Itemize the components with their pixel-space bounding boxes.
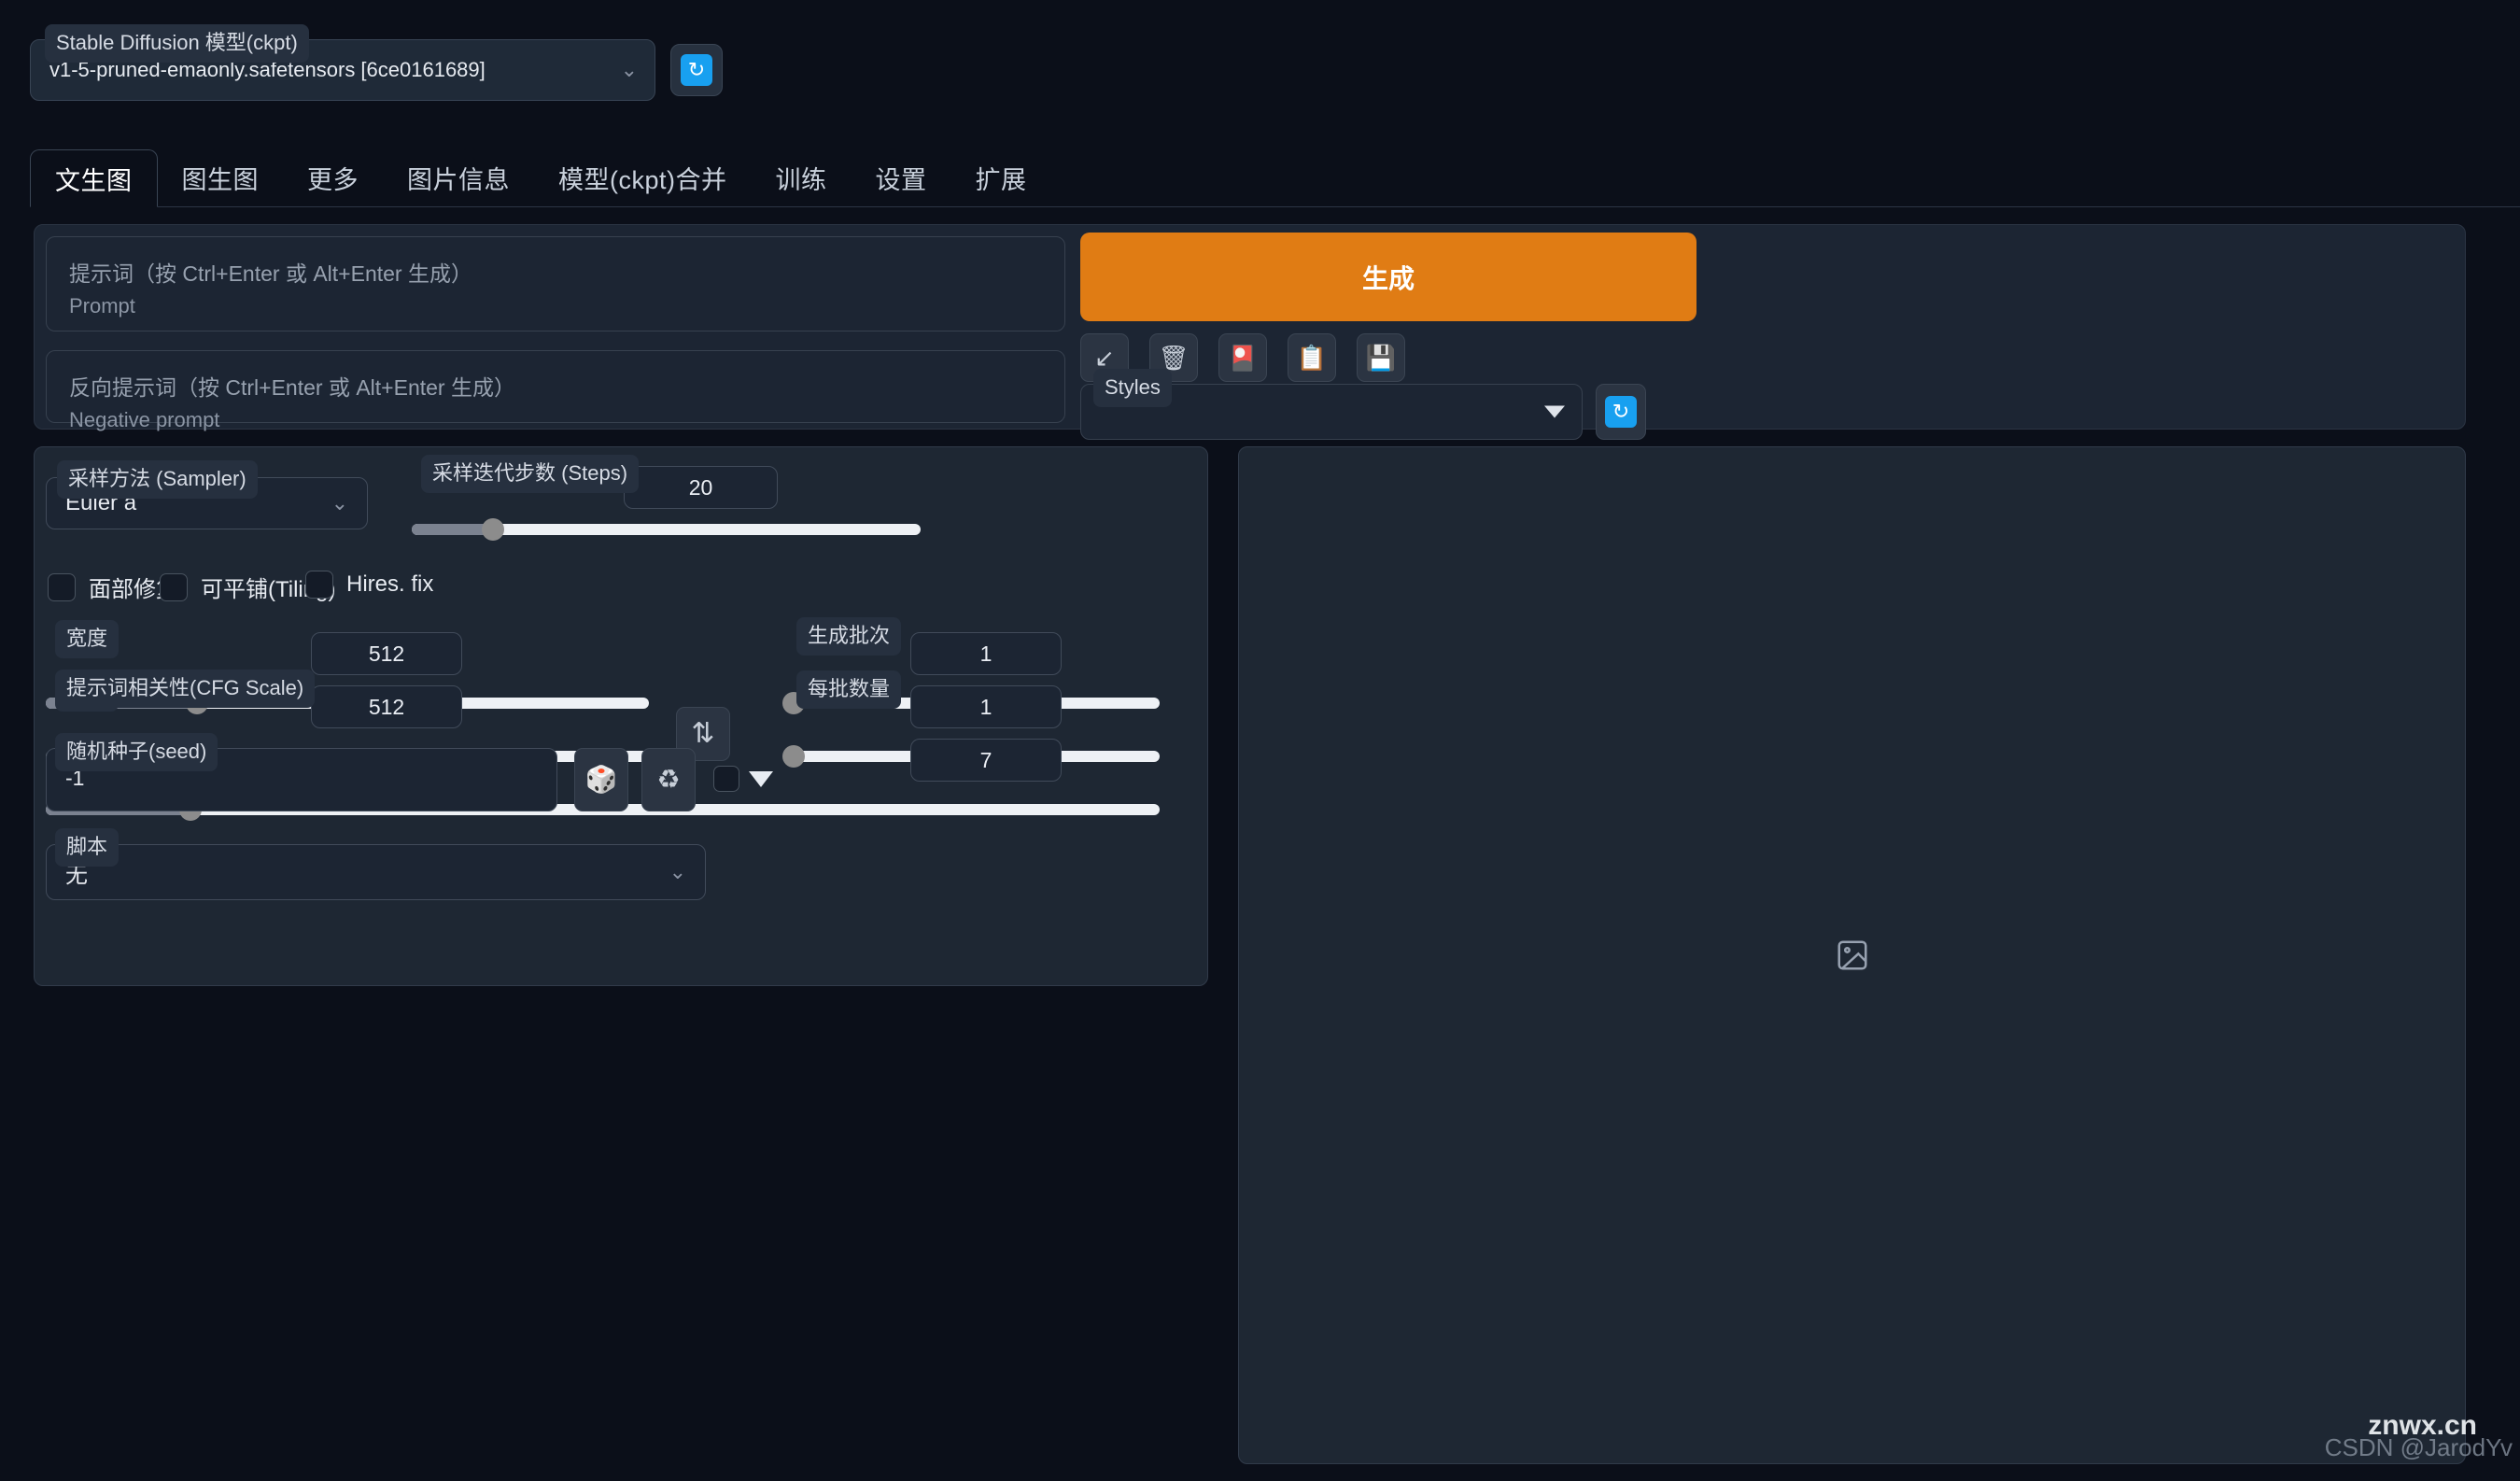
tab-png-info[interactable]: 图片信息: [383, 149, 534, 206]
output-gallery[interactable]: [1238, 446, 2466, 1464]
swap-arrows-icon: ⇅: [691, 718, 715, 749]
batch-count-value-input[interactable]: 1: [910, 632, 1062, 675]
batch-size-label: 每批数量: [796, 670, 902, 709]
tiling-checkbox[interactable]: [160, 572, 188, 601]
tab-extras[interactable]: 更多: [283, 149, 383, 206]
prompt-input[interactable]: 提示词（按 Ctrl+Enter 或 Alt+Enter 生成） Prompt: [46, 236, 1065, 331]
negative-prompt-placeholder-cn: 反向提示词（按 Ctrl+Enter 或 Alt+Enter 生成）: [69, 375, 515, 400]
script-label: 脚本: [55, 828, 120, 867]
prompt-placeholder-en: Prompt: [69, 293, 135, 317]
caret-down-icon: [1544, 405, 1565, 418]
cfg-scale-value-input[interactable]: 7: [910, 739, 1062, 782]
tab-checkpoint-merger[interactable]: 模型(ckpt)合并: [534, 149, 752, 206]
generation-settings-panel: 采样方法 (Sampler) Euler a ⌄ 采样迭代步数 (Steps) …: [34, 446, 1208, 986]
chevron-down-icon: ⌄: [331, 491, 348, 515]
hires-fix-label: Hires. fix: [346, 571, 434, 597]
negative-prompt-input[interactable]: 反向提示词（按 Ctrl+Enter 或 Alt+Enter 生成） Negat…: [46, 350, 1065, 431]
hires-fix-checkbox[interactable]: [305, 571, 333, 599]
model-field: Stable Diffusion 模型(ckpt) v1-5-pruned-em…: [30, 24, 655, 101]
refresh-icon: ↻: [681, 54, 712, 86]
batch-count-label: 生成批次: [796, 617, 902, 656]
slider-thumb[interactable]: [782, 745, 805, 768]
restore-faces-checkbox-row[interactable]: 面部修复: [48, 571, 178, 603]
main-tabbar: 文生图 图生图 更多 图片信息 模型(ckpt)合并 训练 设置 扩展: [30, 149, 2520, 207]
art-card-icon: 🎴: [1227, 344, 1259, 372]
refresh-icon: ↻: [1605, 396, 1637, 428]
dice-icon: 🎲: [584, 765, 618, 794]
tab-extensions[interactable]: 扩展: [951, 149, 1051, 206]
apply-style-button[interactable]: 📋: [1288, 333, 1336, 382]
height-value: 512: [368, 694, 405, 719]
steps-label: 采样迭代步数 (Steps): [421, 455, 640, 493]
refresh-models-button[interactable]: ↻: [670, 44, 723, 96]
generate-button-label: 生成: [1361, 263, 1415, 293]
height-value-input[interactable]: 512: [311, 685, 462, 728]
restore-faces-checkbox[interactable]: [48, 572, 76, 601]
extra-seed-checkbox[interactable]: [713, 766, 739, 792]
wastebasket-icon: 🗑: [1158, 344, 1190, 372]
slider-fill: [412, 524, 494, 535]
steps-value-input[interactable]: 20: [624, 466, 778, 509]
cfg-scale-value: 7: [979, 747, 993, 772]
model-label: Stable Diffusion 模型(ckpt): [45, 24, 309, 63]
model-selector-row: Stable Diffusion 模型(ckpt) v1-5-pruned-em…: [30, 24, 723, 101]
tab-txt2img[interactable]: 文生图: [30, 149, 158, 207]
steps-slider[interactable]: [412, 518, 921, 541]
chevron-down-icon: ⌄: [669, 860, 686, 883]
chevron-down-icon: ⌄: [620, 58, 638, 81]
batch-size-value: 1: [979, 694, 993, 719]
save-style-button[interactable]: 💾: [1357, 333, 1405, 382]
batch-count-value: 1: [979, 641, 993, 666]
generate-button[interactable]: 生成: [1080, 233, 1696, 321]
random-seed-button[interactable]: 🎲: [574, 748, 628, 811]
image-placeholder-icon: [1837, 940, 1867, 970]
width-value: 512: [368, 641, 405, 666]
tab-img2img[interactable]: 图生图: [158, 149, 284, 206]
prompt-block: 提示词（按 Ctrl+Enter 或 Alt+Enter 生成） Prompt …: [34, 224, 2466, 440]
refresh-styles-button[interactable]: ↻: [1596, 384, 1646, 440]
sampler-label: 采样方法 (Sampler): [57, 460, 258, 499]
batch-size-value-input[interactable]: 1: [910, 685, 1062, 728]
arrow-down-left-icon: ↙: [1094, 344, 1115, 372]
seed-label: 随机种子(seed): [55, 733, 218, 771]
cfg-scale-label: 提示词相关性(CFG Scale): [55, 670, 316, 708]
expand-seed-options-icon[interactable]: [749, 771, 773, 787]
tab-train[interactable]: 训练: [752, 149, 852, 206]
show-extra-networks-button[interactable]: 🎴: [1218, 333, 1267, 382]
reuse-seed-button[interactable]: ♻: [641, 748, 696, 811]
tab-settings[interactable]: 设置: [852, 149, 951, 206]
floppy-disk-icon: 💾: [1365, 344, 1397, 372]
hires-fix-checkbox-row[interactable]: Hires. fix: [305, 571, 433, 599]
recycle-icon: ♻: [656, 765, 681, 794]
steps-value: 20: [688, 474, 713, 500]
styles-label: Styles: [1093, 369, 1172, 407]
txt2img-container: 提示词（按 Ctrl+Enter 或 Alt+Enter 生成） Prompt …: [34, 224, 2485, 1466]
width-label: 宽度: [55, 620, 120, 658]
slider-thumb[interactable]: [482, 518, 505, 541]
clipboard-icon: 📋: [1296, 344, 1328, 372]
negative-prompt-placeholder-en: Negative prompt: [69, 407, 220, 431]
prompt-placeholder-cn: 提示词（按 Ctrl+Enter 或 Alt+Enter 生成）: [69, 261, 472, 286]
script-dropdown[interactable]: 无 ⌄: [46, 844, 706, 900]
width-value-input[interactable]: 512: [311, 632, 462, 675]
